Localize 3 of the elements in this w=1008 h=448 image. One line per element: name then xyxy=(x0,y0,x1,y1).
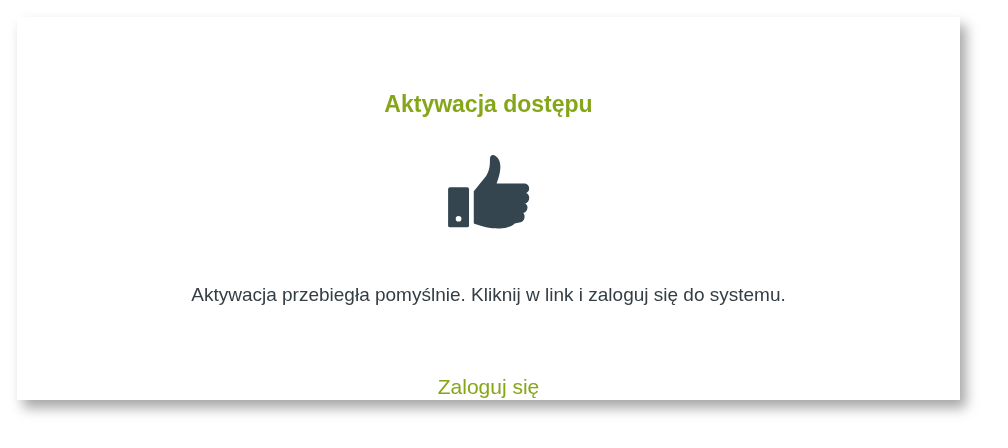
card-title: Aktywacja dostępu xyxy=(384,90,593,119)
message-text: Aktywacja przebiegła pomyślnie. Kliknij w link i zaloguj się do systemu. xyxy=(191,283,786,307)
login-link[interactable]: Zaloguj się xyxy=(437,374,540,400)
